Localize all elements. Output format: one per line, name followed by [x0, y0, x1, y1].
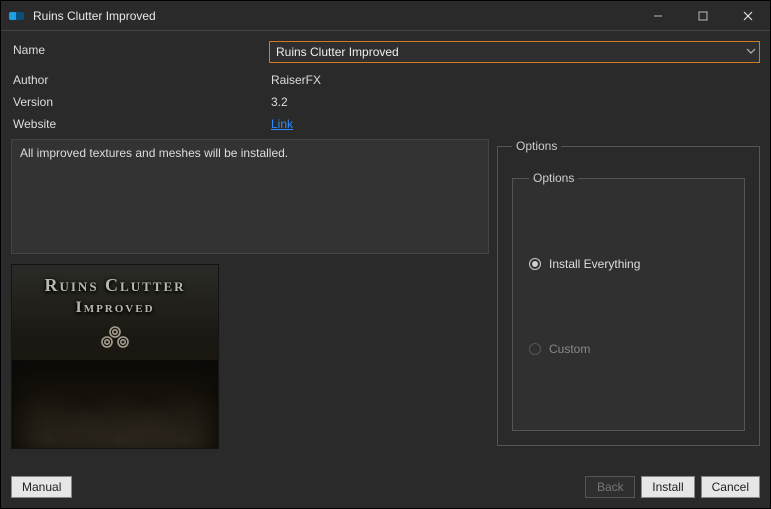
maximize-button[interactable] [680, 1, 725, 30]
mod-image-title: Ruins Clutter Improved [44, 265, 185, 319]
minimize-button[interactable] [635, 1, 680, 30]
options-group: Options Options Install Everything Custo… [497, 139, 760, 446]
install-button[interactable]: Install [641, 476, 694, 498]
close-button[interactable] [725, 1, 770, 30]
name-label: Name [11, 39, 261, 69]
manual-button[interactable]: Manual [11, 476, 72, 498]
option-install-everything[interactable]: Install Everything [529, 257, 728, 271]
window-controls [635, 1, 770, 30]
radio-icon [529, 343, 541, 355]
option-custom[interactable]: Custom [529, 342, 728, 356]
window-title: Ruins Clutter Improved [33, 9, 635, 23]
version-value: 3.2 [269, 91, 489, 113]
radio-label: Custom [549, 342, 590, 356]
options-inner-legend: Options [529, 171, 578, 185]
mod-image-line1: Ruins Clutter [44, 273, 185, 297]
website-value: Link [269, 113, 489, 135]
version-label: Version [11, 91, 261, 113]
titlebar: Ruins Clutter Improved [1, 1, 770, 31]
mod-image: Ruins Clutter Improved [11, 264, 219, 449]
bottom-bar: Manual Back Install Cancel [1, 470, 770, 508]
mod-image-line2: Improved [44, 297, 185, 319]
options-inner-group: Options Install Everything Custom [512, 171, 745, 431]
description-text[interactable]: All improved textures and meshes will be… [11, 139, 489, 254]
radio-icon [529, 258, 541, 270]
knot-icon [95, 323, 135, 354]
website-link[interactable]: Link [271, 117, 293, 131]
name-input[interactable] [269, 41, 760, 63]
radio-label: Install Everything [549, 257, 640, 271]
author-value: RaiserFX [269, 69, 489, 91]
options-legend: Options [512, 139, 561, 153]
app-icon [9, 10, 27, 22]
author-label: Author [11, 69, 261, 91]
cancel-button[interactable]: Cancel [701, 476, 760, 498]
back-button: Back [585, 476, 635, 498]
website-label: Website [11, 113, 261, 135]
